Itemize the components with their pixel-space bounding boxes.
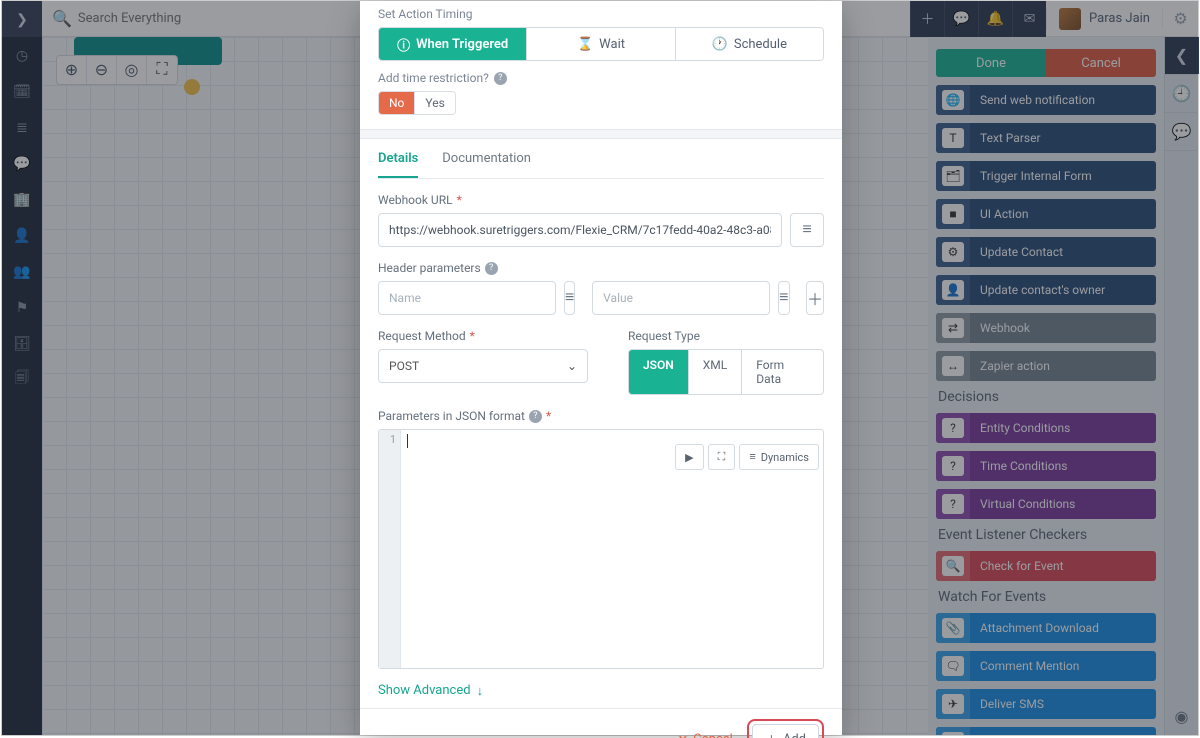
timing-schedule-button[interactable]: 🕐Schedule [676, 28, 823, 60]
add-button-highlight: ＋ Add [747, 719, 824, 738]
timing-segmented: ⓘWhen Triggered ⌛Wait 🕐Schedule [378, 27, 824, 61]
restriction-yes-button[interactable]: Yes [415, 92, 454, 114]
add-header-param-button[interactable]: ＋ [806, 281, 824, 315]
header-param-name-menu-icon[interactable]: ≡ [564, 281, 575, 315]
editor-fullscreen-button[interactable]: ⛶ [708, 444, 736, 470]
webhook-url-menu-icon[interactable]: ≡ [790, 213, 824, 247]
request-type-label: Request Type [628, 329, 824, 343]
modal-footer: ✕ Cancel ＋ Add [360, 708, 842, 738]
header-params-label: Header parameters ? [378, 261, 824, 275]
help-icon[interactable]: ? [494, 72, 507, 85]
request-type-xml[interactable]: XML [689, 350, 742, 394]
json-editor[interactable]: 1 ▶ ⛶ ≡Dynamics [378, 429, 824, 669]
editor-run-button[interactable]: ▶ [675, 444, 703, 470]
modal-add-button[interactable]: ＋ Add [752, 724, 819, 738]
tab-details[interactable]: Details [378, 151, 418, 178]
request-method-label: Request Method* [378, 329, 588, 343]
plus-icon: ＋ [765, 730, 778, 738]
header-param-value-menu-icon[interactable]: ≡ [778, 281, 789, 315]
json-params-label: Parameters in JSON format ? * [378, 409, 824, 423]
timing-triggered-button[interactable]: ⓘWhen Triggered [379, 28, 527, 60]
close-icon: ✕ [677, 732, 688, 738]
tab-documentation[interactable]: Documentation [442, 151, 531, 178]
help-icon[interactable]: ? [529, 410, 542, 423]
section-title: Set Action Timing [378, 7, 824, 21]
restriction-no-button[interactable]: No [379, 92, 415, 114]
header-param-name-input[interactable] [378, 281, 556, 315]
editor-dynamics-button[interactable]: ≡Dynamics [739, 444, 819, 470]
header-param-value-input[interactable] [592, 281, 770, 315]
time-restriction-label: Add time restriction? ? [378, 71, 824, 85]
modal-cancel-button[interactable]: ✕ Cancel [677, 732, 732, 738]
editor-gutter: 1 [379, 430, 401, 668]
timing-wait-button[interactable]: ⌛Wait [527, 28, 675, 60]
help-icon[interactable]: ? [485, 262, 498, 275]
request-type-segmented: JSON XML Form Data [628, 349, 824, 395]
webhook-url-input[interactable] [378, 213, 782, 247]
request-method-select[interactable]: POST ⌄ [378, 349, 588, 383]
action-modal: Set Action Timing ⓘWhen Triggered ⌛Wait … [360, 1, 842, 735]
request-type-form[interactable]: Form Data [742, 350, 823, 394]
time-restriction-toggle: No Yes [378, 91, 456, 115]
modal-tabs: Details Documentation [378, 139, 824, 179]
request-type-json[interactable]: JSON [629, 350, 689, 394]
chevron-down-icon: ⌄ [567, 359, 577, 373]
show-advanced-toggle[interactable]: Show Advanced↓ [378, 683, 824, 698]
webhook-url-label: Webhook URL* [378, 193, 824, 207]
